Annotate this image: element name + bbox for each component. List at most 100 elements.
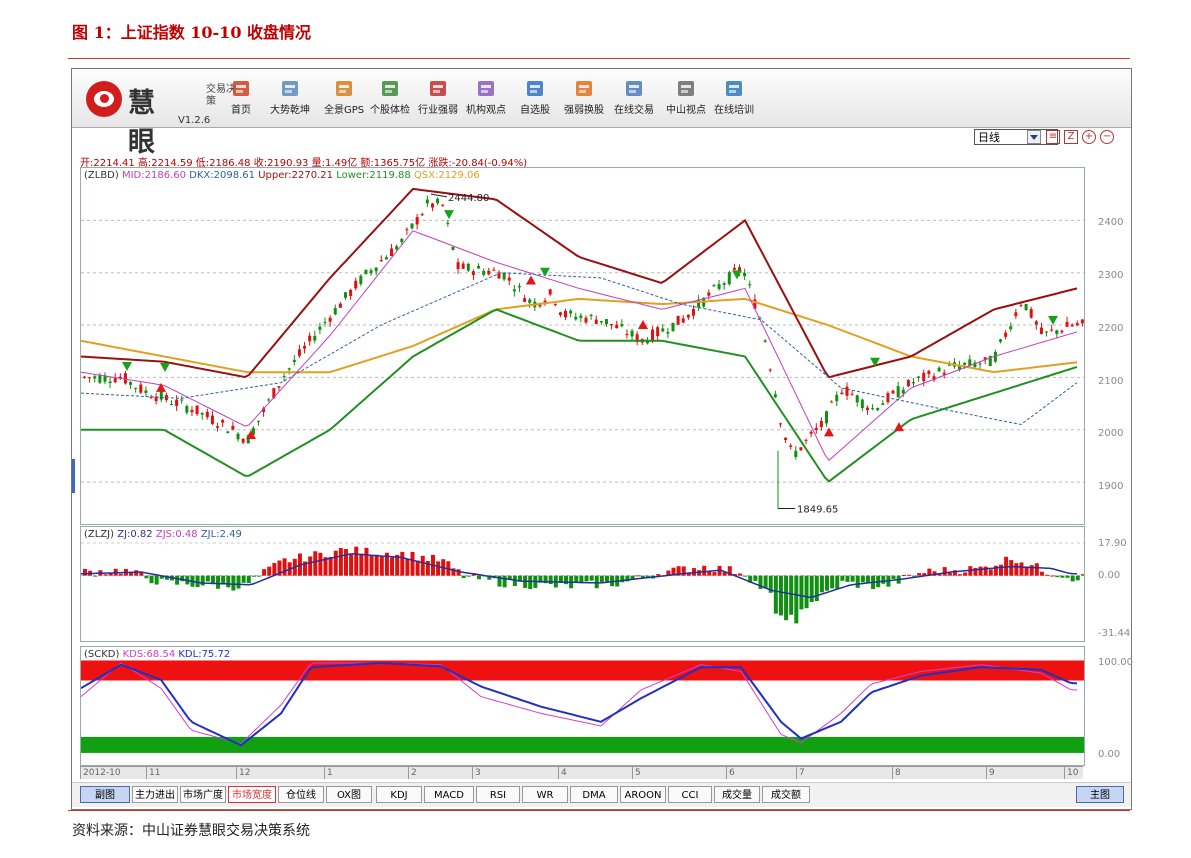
candle-body [425, 199, 429, 204]
zlzj-bar [349, 553, 354, 576]
price-panel: (ZLBD) MID:2186.60 DKX:2098.61 Upper:227… [80, 167, 1085, 525]
sckd-y-tick: 0.00 [1098, 749, 1121, 760]
zlzj-bar [702, 565, 707, 576]
series-lower [81, 308, 1078, 483]
chevron-down-icon[interactable] [1027, 130, 1041, 144]
zlzj-bar [794, 575, 799, 624]
candle-body [1055, 330, 1059, 335]
price-chart: 2444.80 1849.65 [81, 187, 1084, 515]
zlbd-y-tick: 2300 [1098, 270, 1124, 281]
zoom-out-icon[interactable]: − [1100, 130, 1114, 144]
zlzj-bar [784, 575, 789, 621]
zlzj-bar [221, 575, 226, 584]
candle-body [98, 375, 102, 383]
tab-13[interactable]: 成交量 [714, 786, 760, 803]
sell-signal-icon [160, 362, 170, 372]
series-mid [81, 230, 1078, 462]
tab-6[interactable]: KDJ [376, 786, 422, 803]
candle-body [451, 247, 455, 250]
tab-9[interactable]: WR [522, 786, 568, 803]
candle-body [1080, 319, 1084, 324]
candle-body [865, 407, 869, 411]
toolbar-cart-button[interactable]: 在线交易 [614, 77, 654, 116]
zlzj-bar [845, 575, 850, 582]
candle-body [323, 322, 327, 324]
candle-body [369, 270, 373, 274]
candle-body [190, 409, 194, 413]
tab-2[interactable]: 市场广度 [180, 786, 226, 803]
zlzj-bar [1014, 563, 1019, 576]
zoom-in-icon[interactable]: + [1082, 130, 1096, 144]
toolbar-monitor-button[interactable]: 在线培训 [714, 77, 754, 116]
zlzj-bar [226, 575, 231, 588]
tab-10[interactable]: DMA [570, 786, 618, 803]
toolbar-document-button[interactable]: 中山视点 [666, 77, 706, 116]
zlzj-bar [584, 575, 589, 582]
toolbar-swap-button[interactable]: 强弱换股 [564, 77, 604, 116]
zlzj-bar [1055, 575, 1060, 578]
figure-caption: 图 1：上证指数 10-10 收盘情况 [72, 23, 312, 42]
zlzj-bar [129, 572, 134, 576]
tab-4[interactable]: 仓位线 [278, 786, 324, 803]
candle-body [691, 308, 695, 316]
zlzj-bar [825, 575, 830, 591]
zlzj-bar [154, 575, 159, 585]
zlzj-bar [738, 573, 743, 576]
zlzj-bar [819, 575, 824, 593]
zlzj-bar [216, 575, 221, 589]
candle-body [615, 324, 619, 329]
candle-body [922, 372, 926, 382]
candle-body [456, 262, 460, 270]
candle-body [1070, 324, 1074, 327]
main-chart-button[interactable]: 主图 [1076, 786, 1124, 803]
source-note: 资料来源：中山证券慧眼交易决策系统 [72, 823, 310, 839]
tab-5[interactable]: OX图 [326, 786, 372, 803]
edit-icon[interactable]: Z [1064, 130, 1078, 144]
candle-body [927, 370, 931, 374]
zlzj-bar [359, 553, 364, 576]
candle-body [466, 263, 470, 271]
candle-body [1075, 323, 1079, 326]
sckd-chart [81, 660, 1084, 753]
toolbar-home-button[interactable]: 首页 [230, 77, 252, 116]
candle-body [318, 326, 322, 330]
candle-body [221, 419, 225, 423]
tab-8[interactable]: RSI [476, 786, 520, 803]
candle-body [620, 324, 624, 327]
candle-body [185, 406, 189, 413]
zlzj-bar [983, 566, 988, 576]
x-tick: 3 [472, 767, 481, 779]
candle-body [860, 399, 864, 408]
tab-11[interactable]: AROON [620, 786, 666, 803]
tab-14[interactable]: 成交额 [762, 786, 810, 803]
list-icon[interactable]: ≡ [1046, 130, 1060, 144]
series-dkx [81, 272, 1078, 426]
tab-12[interactable]: CCI [668, 786, 712, 803]
toolbar-grid-button[interactable]: 全景GPS [324, 77, 364, 116]
sell-signal-icon [444, 210, 454, 220]
zlzj-bar [400, 551, 405, 576]
x-tick: 8 [892, 767, 901, 779]
zlzj-bar [241, 575, 246, 583]
tab-7[interactable]: MACD [424, 786, 474, 803]
tab-0[interactable]: 副图 [80, 786, 130, 803]
toolbar-people-button[interactable]: 机构观点 [466, 77, 506, 116]
candle-body [461, 263, 465, 269]
candle-body [477, 265, 481, 269]
candle-body [1045, 331, 1049, 333]
tab-3[interactable]: 市场宽度 [228, 786, 276, 803]
candle-body [1034, 321, 1038, 325]
side-handle[interactable] [72, 459, 75, 493]
candle-body [1060, 330, 1064, 333]
candle-body [256, 420, 260, 422]
tab-1[interactable]: 主力进出 [132, 786, 178, 803]
zlzj-bar [466, 575, 471, 577]
toolbar-bar-chart-button[interactable]: 行业强弱 [418, 77, 458, 116]
zlzj-bar [594, 575, 599, 589]
toolbar-box-button[interactable]: 自选股 [520, 77, 550, 116]
toolbar-magnifier-document-button[interactable]: 大势乾坤 [270, 77, 310, 116]
candle-body [794, 450, 798, 457]
candle-body [835, 394, 839, 402]
zlzj-panel: (ZLZJ) ZJ:0.82 ZJS:0.48 ZJL:2.49 [80, 526, 1085, 642]
toolbar-checklist-button[interactable]: 个股体检 [370, 77, 410, 116]
